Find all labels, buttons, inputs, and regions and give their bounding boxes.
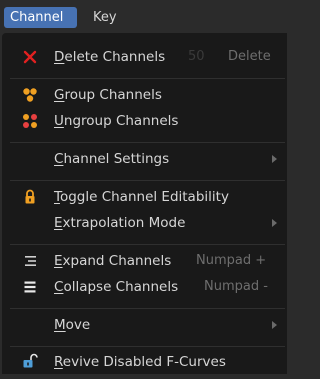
revive-fcurves-item[interactable]: Revive Disabled F-Curves <box>2 349 287 375</box>
group-icon <box>22 87 38 103</box>
separator <box>10 142 285 143</box>
submenu-arrow-icon <box>272 155 277 163</box>
menu-key[interactable]: Key <box>88 7 122 28</box>
channel-settings-label: Channel Settings <box>54 151 170 167</box>
menu-channel[interactable]: Channel <box>4 7 77 28</box>
separator <box>10 346 285 347</box>
toggle-editability-item[interactable]: Toggle Channel Editability <box>2 184 287 210</box>
collapse-shortcut: Numpad - <box>204 279 268 294</box>
x-icon <box>22 49 38 65</box>
expand-shortcut: Numpad + <box>196 253 267 268</box>
separator <box>10 78 285 79</box>
channel-dropdown-menu: Delete Channels 50 Delete Group Channels… <box>2 33 287 374</box>
collapse-channels-label: Collapse Channels <box>54 279 179 295</box>
separator <box>10 180 285 181</box>
ungroup-channels-item[interactable]: Ungroup Channels <box>2 108 287 134</box>
extrapolation-mode-item[interactable]: Extrapolation Mode <box>2 210 287 236</box>
separator <box>10 308 285 309</box>
collapse-icon <box>22 279 38 295</box>
ungroup-channels-label: Ungroup Channels <box>54 113 179 129</box>
ghost-text: 50 <box>188 49 205 64</box>
group-channels-item[interactable]: Group Channels <box>2 82 287 108</box>
unlock-icon <box>22 353 38 369</box>
collapse-channels-item[interactable]: Collapse Channels Numpad - <box>2 274 287 300</box>
move-item[interactable]: Move <box>2 312 287 338</box>
toggle-editability-label: Toggle Channel Editability <box>54 189 229 205</box>
expand-icon <box>22 253 38 269</box>
extrapolation-mode-label: Extrapolation Mode <box>54 215 186 231</box>
delete-channels-label: Delete Channels <box>54 49 166 65</box>
expand-channels-item[interactable]: Expand Channels Numpad + <box>2 248 287 274</box>
delete-channels-item[interactable]: Delete Channels 50 Delete <box>2 44 287 70</box>
revive-fcurves-label: Revive Disabled F-Curves <box>54 354 226 370</box>
separator <box>10 244 285 245</box>
channel-settings-item[interactable]: Channel Settings <box>2 146 287 172</box>
expand-channels-label: Expand Channels <box>54 253 172 269</box>
ungroup-icon <box>22 113 38 129</box>
delete-shortcut: Delete <box>228 49 271 64</box>
menubar: Channel Key <box>0 0 287 30</box>
move-label: Move <box>54 317 91 333</box>
lock-icon <box>22 189 38 205</box>
group-channels-label: Group Channels <box>54 87 162 103</box>
submenu-arrow-icon <box>272 219 277 227</box>
submenu-arrow-icon <box>272 321 277 329</box>
